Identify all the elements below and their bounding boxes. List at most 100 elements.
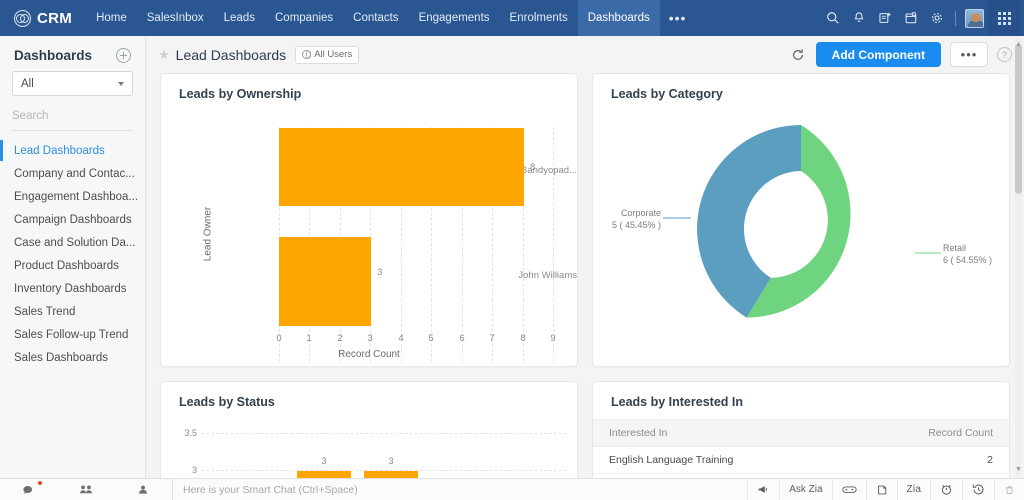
scroll-down-arrow-icon[interactable]: ▼ — [1014, 465, 1023, 474]
add-dashboard-icon[interactable] — [116, 48, 131, 63]
column-header-record-count[interactable]: Record Count — [849, 419, 1009, 447]
chart-leads-by-category: Corporate 5 ( 45.45% ) Retail 6 ( 54.55%… — [593, 101, 1009, 366]
x-tick: 5 — [428, 333, 434, 344]
sidebar-item-engagement-dashboards[interactable]: Engagement Dashboa... — [0, 185, 145, 208]
sidebar-item-sales-followup-trend[interactable]: Sales Follow-up Trend — [0, 323, 145, 346]
globe-icon — [302, 50, 312, 59]
card-leads-by-status[interactable]: Leads by Status 3.5 3 3 3 — [160, 381, 578, 488]
nav-item-leads[interactable]: Leads — [214, 0, 265, 36]
search-input[interactable] — [12, 110, 133, 122]
channels-icon[interactable] — [57, 479, 114, 500]
column-header-interested-in[interactable]: Interested In — [593, 419, 850, 447]
bar-segment[interactable] — [279, 237, 371, 326]
cell-interested-in: English Language Training — [593, 446, 850, 474]
donut-label-retail-value: 6 ( 54.55% ) — [943, 255, 993, 266]
donut-label-retail: Retail 6 ( 54.55% ) — [943, 242, 992, 266]
chevron-down-icon — [118, 81, 124, 86]
dashboard-filter-value: All — [21, 77, 34, 90]
nav-item-enrolments[interactable]: Enrolments — [500, 0, 578, 36]
nav-item-engagements[interactable]: Engagements — [409, 0, 500, 36]
search-icon[interactable] — [820, 0, 846, 36]
table-row[interactable]: English Language Training 2 — [593, 446, 1009, 474]
sidebar-item-lead-dashboards[interactable]: Lead Dashboards — [0, 139, 145, 162]
x-tick: 8 — [520, 333, 526, 344]
chart-leads-by-status: 3.5 3 3 3 — [161, 409, 577, 487]
trash-icon[interactable] — [994, 478, 1024, 500]
recent-history-icon[interactable] — [962, 478, 994, 500]
donut-label-retail-name: Retail — [943, 243, 967, 253]
axis-label-x-record-count: Record Count — [338, 349, 400, 360]
axis-label-y-lead-owner: Lead Owner — [202, 206, 214, 261]
sidebar-item-sales-trend[interactable]: Sales Trend — [0, 300, 145, 323]
add-component-button[interactable]: Add Component — [815, 42, 941, 67]
help-icon[interactable]: ? — [997, 47, 1012, 62]
nav-item-contacts[interactable]: Contacts — [343, 0, 408, 36]
nav-item-more[interactable]: ••• — [660, 0, 696, 36]
more-options-button[interactable]: ••• — [950, 42, 988, 67]
refresh-icon[interactable] — [789, 46, 807, 64]
sidebar-item-case-and-solution[interactable]: Case and Solution Da... — [0, 231, 145, 254]
chats-badge — [37, 479, 44, 486]
brand-logo[interactable]: CRM — [0, 9, 86, 27]
sidebar-item-product-dashboards[interactable]: Product Dashboards — [0, 254, 145, 277]
apps-grid-icon[interactable] — [988, 0, 1020, 36]
sidebar-item-sales-dashboards[interactable]: Sales Dashboards — [0, 346, 145, 369]
nav-item-salesinbox[interactable]: SalesInbox — [137, 0, 214, 36]
zia-voice-icon[interactable]: Zía — [896, 478, 930, 500]
bottom-right-actions: Ask Zia Zía — [747, 478, 1024, 500]
card-leads-by-category[interactable]: Leads by Category Corporate 5 (45.45%)… — [592, 73, 1010, 367]
chats-icon[interactable] — [0, 479, 57, 500]
x-tick: 1 — [306, 333, 312, 344]
card-leads-by-interested-in[interactable]: Leads by Interested In Interested In Rec… — [592, 381, 1010, 488]
page-title: Lead Dashboards — [175, 46, 287, 63]
announcement-icon[interactable] — [747, 478, 779, 500]
chart-leads-by-ownership: Lead Owner Arnab Bandyopad... 8 John Wil… — [161, 101, 577, 366]
app-body: Dashboards All Lead Dashboards Company a… — [0, 36, 1024, 500]
bar-value-label: 3 — [321, 456, 327, 466]
sidebar-item-company-and-contact[interactable]: Company and Contac... — [0, 162, 145, 185]
x-tick: 2 — [337, 333, 343, 344]
ask-zia-button[interactable]: Ask Zia — [779, 478, 831, 500]
x-tick: 7 — [489, 333, 495, 344]
gamescope-icon[interactable] — [831, 478, 866, 500]
bell-icon[interactable] — [846, 0, 872, 36]
bar-value-label: 3 — [377, 267, 383, 278]
avatar[interactable] — [965, 8, 984, 28]
dashboard-grid: Leads by Ownership Lead Owner Arnab Band… — [160, 73, 1010, 488]
donut-label-corporate: Corporate 5 ( 45.45% ) — [603, 207, 661, 231]
calendar-add-icon[interactable] — [898, 0, 924, 36]
dashboard-filter-select[interactable]: All — [12, 71, 133, 96]
x-tick: 4 — [398, 333, 404, 344]
card-leads-by-ownership[interactable]: Leads by Ownership Lead Owner Arnab Band… — [160, 73, 578, 367]
page-scrollbar-thumb[interactable] — [1015, 44, 1022, 194]
favorite-star-icon[interactable]: ★ — [158, 48, 170, 61]
page-scrollbar[interactable] — [1015, 38, 1022, 476]
bar-segment[interactable] — [279, 128, 524, 206]
compose-note-icon[interactable] — [872, 0, 898, 36]
smart-chat-input[interactable]: Here is your Smart Chat (Ctrl+Space) — [172, 478, 747, 500]
y-tick: 3.5 — [184, 428, 197, 438]
nav-item-dashboards[interactable]: Dashboards — [577, 0, 660, 36]
sidebar-item-campaign-dashboards[interactable]: Campaign Dashboards — [0, 208, 145, 231]
visibility-badge[interactable]: All Users — [295, 45, 360, 64]
card-title-ownership: Leads by Ownership — [179, 87, 302, 101]
settings-gear-icon[interactable] — [924, 0, 950, 36]
content-toolbar: ★ Lead Dashboards All Users Add Componen… — [146, 36, 1024, 73]
donut-label-corporate-value: 5 ( 45.45% ) — [611, 220, 661, 231]
card-title-interested-in: Leads by Interested In — [611, 395, 743, 409]
contacts-icon[interactable] — [115, 479, 172, 500]
donut-svg — [697, 125, 851, 318]
card-title-status: Leads by Status — [179, 395, 275, 409]
visibility-label: All Users — [314, 49, 353, 60]
y-tick: 3 — [191, 465, 197, 475]
table-interested-in: Interested In Record Count English Langu… — [593, 419, 1009, 474]
feed-icon[interactable] — [865, 478, 897, 500]
dashboard-canvas: Leads by Ownership Lead Owner Arnab Band… — [146, 73, 1024, 500]
scroll-up-arrow-icon[interactable]: ▲ — [1014, 40, 1023, 49]
cell-record-count: 2 — [849, 446, 1009, 474]
alarm-clock-icon[interactable] — [930, 478, 962, 500]
toolbar-right-actions: Add Component ••• ? — [789, 42, 1012, 67]
nav-item-companies[interactable]: Companies — [265, 0, 343, 36]
nav-item-home[interactable]: Home — [86, 0, 137, 36]
sidebar-item-inventory-dashboards[interactable]: Inventory Dashboards — [0, 277, 145, 300]
